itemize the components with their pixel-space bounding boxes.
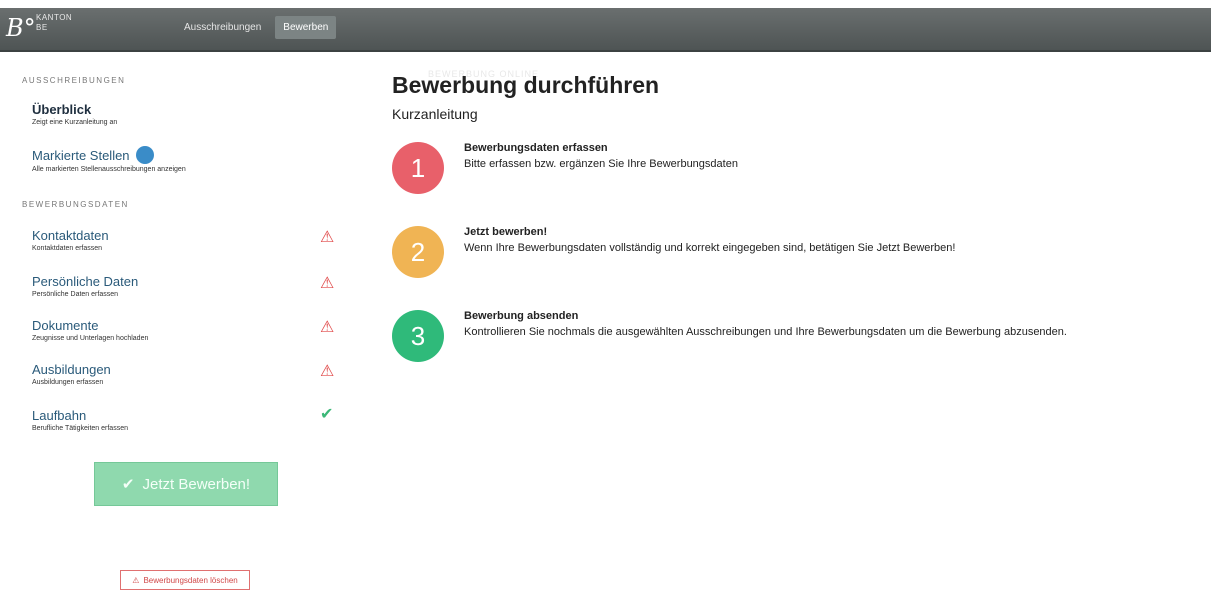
sidebar-item-sub: Kontaktdaten erfassen xyxy=(32,245,103,252)
sidebar-item-overview[interactable]: Überblick Zeigt eine Kurzanleitung an xyxy=(32,102,352,126)
step-number-badge: 2 xyxy=(392,226,444,278)
checkmark-icon: ✔ xyxy=(121,476,135,493)
step-number-badge: 3 xyxy=(392,310,444,362)
sidebar: AUSSCHREIBUNGEN Überblick Zeigt eine Kur… xyxy=(0,56,360,592)
page-subtitle: Kurzanleitung xyxy=(392,106,478,122)
step-title: Jetzt bewerben! xyxy=(464,226,548,238)
main-nav: Ausschreibungen Bewerben xyxy=(176,16,337,39)
sidebar-item-label: Ausbildungen xyxy=(32,362,111,377)
sidebar-item-sub: Zeugnisse und Unterlagen hochladen xyxy=(32,335,149,342)
sidebar-item-kontaktdaten[interactable]: Kontaktdaten Kontaktdaten erfassen xyxy=(32,228,352,252)
step-description: Kontrollieren Sie nochmals die ausgewähl… xyxy=(464,326,1067,338)
step-description: Wenn Ihre Bewerbungsdaten vollständig un… xyxy=(464,242,956,254)
step-title: Bewerbungsdaten erfassen xyxy=(464,142,608,154)
sidebar-item-label: Persönliche Daten xyxy=(32,274,139,289)
checkmark-icon: ✔ xyxy=(320,406,334,423)
sidebar-item-sub: Zeigt eine Kurzanleitung an xyxy=(32,119,118,126)
page-title: Bewerbung durchführen xyxy=(392,72,660,98)
delete-data-label: Bewerbungsdaten löschen xyxy=(143,575,238,585)
nav-ausschreibungen[interactable]: Ausschreibungen xyxy=(176,16,269,39)
step-2: 2 Jetzt bewerben! Wenn Ihre Bewerbungsda… xyxy=(392,226,1192,286)
section-label-ausschreibungen: AUSSCHREIBUNGEN xyxy=(22,76,126,85)
sidebar-item-label: Markierte Stellen xyxy=(32,147,130,163)
sidebar-item-label: Laufbahn xyxy=(32,408,87,423)
step-title: Bewerbung absenden xyxy=(464,310,579,322)
logo-text: KANTON BEWERBUNG ONLINE BE xyxy=(36,13,538,79)
warning-icon: ⚠ xyxy=(132,575,140,585)
delete-data-button[interactable]: ⚠ Bewerbungsdaten löschen xyxy=(120,570,250,590)
logo-line-3: BE xyxy=(36,23,48,32)
step-1: 1 Bewerbungsdaten erfassen Bitte erfasse… xyxy=(392,142,1192,202)
nav-bewerben[interactable]: Bewerben xyxy=(275,16,337,39)
sidebar-item-label: Kontaktdaten xyxy=(32,228,109,243)
sidebar-item-label: Überblick xyxy=(32,102,92,117)
apply-now-label: Jetzt Bewerben! xyxy=(142,475,251,493)
sidebar-item-laufbahn[interactable]: Laufbahn Berufliche Tätigkeiten erfassen xyxy=(32,408,352,432)
count-badge xyxy=(135,146,154,164)
sidebar-item-sub: Persönliche Daten erfassen xyxy=(32,291,118,298)
section-label-bewerbungsdaten: BEWERBUNGSDATEN xyxy=(22,200,129,209)
logo-mark: B° xyxy=(6,14,36,42)
sidebar-item-sub: Berufliche Tätigkeiten erfassen xyxy=(32,425,128,432)
app-logo[interactable]: B° KANTON BEWERBUNG ONLINE BE xyxy=(6,10,538,79)
sidebar-item-label: Dokumente xyxy=(32,318,99,333)
warning-icon: ⚠ xyxy=(320,363,335,380)
warning-icon: ⚠ xyxy=(320,275,335,292)
top-navbar: B° KANTON BEWERBUNG ONLINE BE Ausschreib… xyxy=(0,8,1211,79)
logo-line-1: KANTON xyxy=(36,13,73,22)
step-number-badge: 1 xyxy=(392,142,444,194)
sidebar-item-marked[interactable]: Markierte Stellen Alle markierten Stelle… xyxy=(32,146,352,173)
sidebar-item-sub: Alle markierten Stellenausschreibungen a… xyxy=(32,166,186,173)
sidebar-item-dokumente[interactable]: Dokumente Zeugnisse und Unterlagen hochl… xyxy=(32,318,352,342)
sidebar-item-ausbildungen[interactable]: Ausbildungen Ausbildungen erfassen xyxy=(32,362,352,386)
sidebar-item-persoenliche-daten[interactable]: Persönliche Daten Persönliche Daten erfa… xyxy=(32,274,352,298)
apply-now-button[interactable]: ✔ Jetzt Bewerben! xyxy=(94,462,278,506)
sidebar-item-sub: Ausbildungen erfassen xyxy=(32,379,104,386)
warning-icon: ⚠ xyxy=(320,229,335,246)
warning-icon: ⚠ xyxy=(320,319,335,336)
sidebar-item-title: Markierte Stellen xyxy=(32,146,352,164)
step-3: 3 Bewerbung absenden Kontrollieren Sie n… xyxy=(392,310,1192,370)
step-description: Bitte erfassen bzw. ergänzen Sie Ihre Be… xyxy=(464,158,738,170)
